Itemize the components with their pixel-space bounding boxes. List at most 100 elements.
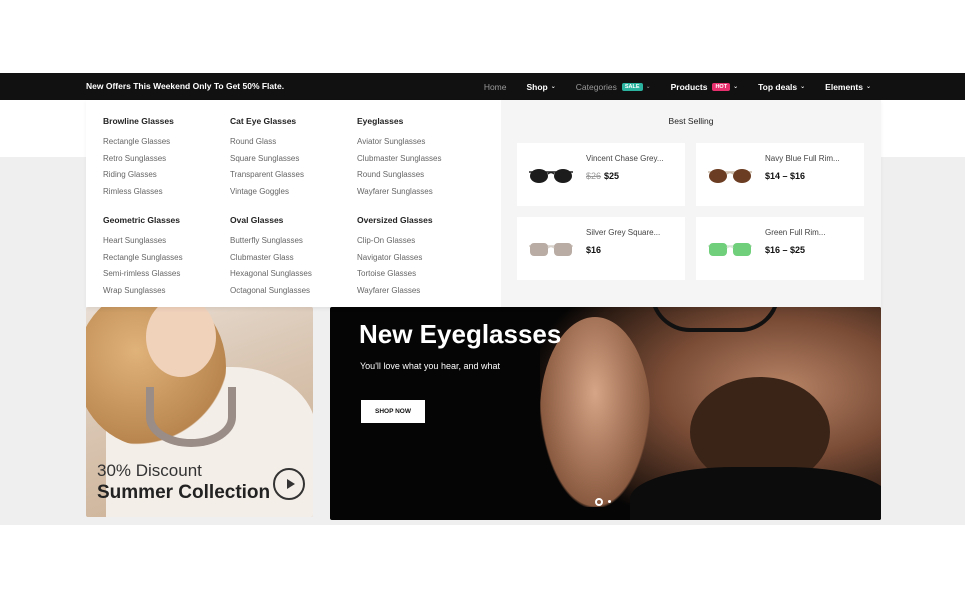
- sale-badge: SALE: [621, 82, 643, 91]
- nav-products-label: Products: [670, 81, 708, 92]
- nav-categories-label: Categories: [575, 81, 617, 92]
- best-selling-title: Best Selling: [668, 116, 714, 126]
- chevron-down-icon: ⌄: [645, 84, 651, 90]
- menu-column-title[interactable]: Oval Glasses: [230, 214, 355, 226]
- product-card[interactable]: Green Full Rim... $16 – $25: [696, 217, 864, 280]
- nav-home[interactable]: Home: [484, 82, 507, 92]
- menu-link[interactable]: Rimless Glasses: [103, 184, 228, 201]
- nav-top-deals-label: Top deals: [758, 81, 798, 92]
- menu-link[interactable]: Round Sunglasses: [357, 167, 482, 184]
- menu-link[interactable]: Clubmaster Sunglasses: [357, 151, 482, 168]
- menu-link[interactable]: Rectangle Glasses: [103, 134, 228, 151]
- play-button[interactable]: [273, 468, 305, 500]
- sunglasses-icon: [529, 169, 573, 183]
- best-selling-panel: Best Selling Vincent Chase Grey... $26 $2…: [501, 100, 881, 307]
- shop-now-button[interactable]: SHOP NOW: [361, 400, 425, 423]
- menu-link[interactable]: Wrap Sunglasses: [103, 283, 228, 300]
- product-old-price: $26: [586, 171, 602, 181]
- nav-products[interactable]: Products HOT ⌄: [671, 82, 739, 92]
- nav-categories[interactable]: Categories SALE ⌄: [576, 82, 651, 92]
- menu-link[interactable]: Rectangle Sunglasses: [103, 250, 228, 267]
- chevron-down-icon: ⌄: [800, 84, 806, 90]
- sunglasses-icon: [708, 169, 752, 183]
- promo-collection-title: Summer Collection: [97, 482, 271, 503]
- menu-link[interactable]: Butterfly Sunglasses: [230, 233, 355, 250]
- nav-shop[interactable]: Shop ⌄: [527, 82, 556, 92]
- menu-column: Oval Glasses Butterfly Sunglasses Clubma…: [230, 214, 355, 299]
- hero-title: New Eyeglasses: [359, 319, 562, 349]
- nav-top-deals[interactable]: Top deals ⌄: [758, 82, 805, 92]
- product-name: Silver Grey Square...: [586, 228, 661, 237]
- menu-link[interactable]: Heart Sunglasses: [103, 233, 228, 250]
- menu-link[interactable]: Tortoise Glasses: [357, 266, 482, 283]
- menu-column: Browline Glasses Rectangle Glasses Retro…: [103, 115, 228, 200]
- menu-column: Eyeglasses Aviator Sunglasses Clubmaster…: [357, 115, 482, 200]
- lens: [733, 169, 751, 183]
- lens: [530, 243, 548, 256]
- chevron-down-icon: ⌄: [550, 84, 556, 90]
- summer-promo-banner[interactable]: 30% Discount Summer Collection: [86, 307, 313, 517]
- menu-link[interactable]: Vintage Goggles: [230, 184, 355, 201]
- menu-link[interactable]: Hexagonal Sunglasses: [230, 266, 355, 283]
- lens: [554, 243, 572, 256]
- nav-shop-label: Shop: [526, 81, 548, 92]
- nav-elements[interactable]: Elements ⌄: [825, 82, 871, 92]
- menu-link[interactable]: Wayfarer Sunglasses: [357, 184, 482, 201]
- menu-link[interactable]: Transparent Glasses: [230, 167, 355, 184]
- menu-column: Cat Eye Glasses Round Glass Square Sungl…: [230, 115, 355, 200]
- product-name: Vincent Chase Grey...: [586, 154, 664, 163]
- lens: [709, 243, 727, 256]
- sunglasses-icon: [529, 243, 573, 256]
- hot-badge: HOT: [712, 82, 731, 91]
- menu-link[interactable]: Clubmaster Glass: [230, 250, 355, 267]
- menu-column-title[interactable]: Oversized Glasses: [357, 214, 482, 226]
- product-card[interactable]: Silver Grey Square... $16: [517, 217, 685, 280]
- menu-column-title[interactable]: Eyeglasses: [357, 115, 482, 127]
- slider-dot-active[interactable]: [595, 498, 603, 506]
- product-current-price: $25: [604, 171, 620, 181]
- chevron-down-icon: ⌄: [865, 84, 871, 90]
- menu-link[interactable]: Navigator Glasses: [357, 250, 482, 267]
- menu-column-title[interactable]: Geometric Glasses: [103, 214, 228, 226]
- offer-text: New Offers This Weekend Only To Get 50% …: [86, 81, 285, 91]
- menu-link[interactable]: Aviator Sunglasses: [357, 134, 482, 151]
- menu-link[interactable]: Riding Glasses: [103, 167, 228, 184]
- menu-link[interactable]: Retro Sunglasses: [103, 151, 228, 168]
- menu-link[interactable]: Square Sunglasses: [230, 151, 355, 168]
- hero-slider: New Eyeglasses You'll love what you hear…: [330, 307, 881, 520]
- sunglasses-icon: [708, 243, 752, 256]
- lens: [554, 169, 572, 183]
- chevron-down-icon: ⌄: [733, 84, 739, 90]
- play-icon: [286, 479, 295, 489]
- slider-dot[interactable]: [608, 500, 611, 503]
- lens: [530, 169, 548, 183]
- product-price: $26 $25: [586, 171, 619, 181]
- mega-menu-dropdown: Browline Glasses Rectangle Glasses Retro…: [86, 100, 881, 307]
- nav-elements-label: Elements: [825, 81, 863, 92]
- lens: [733, 243, 751, 256]
- menu-link[interactable]: Clip-On Glasses: [357, 233, 482, 250]
- top-bar: New Offers This Weekend Only To Get 50% …: [0, 73, 965, 100]
- product-card[interactable]: Vincent Chase Grey... $26 $25: [517, 143, 685, 206]
- menu-column: Geometric Glasses Heart Sunglasses Recta…: [103, 214, 228, 299]
- product-name: Navy Blue Full Rim...: [765, 154, 840, 163]
- lens: [709, 169, 727, 183]
- category-columns: Browline Glasses Rectangle Glasses Retro…: [86, 100, 501, 307]
- product-name: Green Full Rim...: [765, 228, 826, 237]
- menu-link[interactable]: Round Glass: [230, 134, 355, 151]
- menu-link[interactable]: Semi-rimless Glasses: [103, 266, 228, 283]
- product-card[interactable]: Navy Blue Full Rim... $14 – $16: [696, 143, 864, 206]
- menu-link[interactable]: Wayfarer Glasses: [357, 283, 482, 300]
- main-nav: Home Shop ⌄ Categories SALE ⌄ Products H…: [484, 73, 871, 100]
- product-price: $14 – $16: [765, 171, 806, 181]
- menu-link[interactable]: Octagonal Sunglasses: [230, 283, 355, 300]
- promo-image-necklace: [146, 387, 236, 447]
- hero-subtitle: You'll love what you hear, and what: [360, 361, 500, 371]
- product-price: $16 – $25: [765, 245, 806, 255]
- menu-column: Oversized Glasses Clip-On Glasses Naviga…: [357, 214, 482, 299]
- hero-image-shirt: [630, 467, 881, 520]
- menu-column-title[interactable]: Cat Eye Glasses: [230, 115, 355, 127]
- nav-home-label: Home: [483, 81, 507, 92]
- product-price: $16: [586, 245, 602, 255]
- menu-column-title[interactable]: Browline Glasses: [103, 115, 228, 127]
